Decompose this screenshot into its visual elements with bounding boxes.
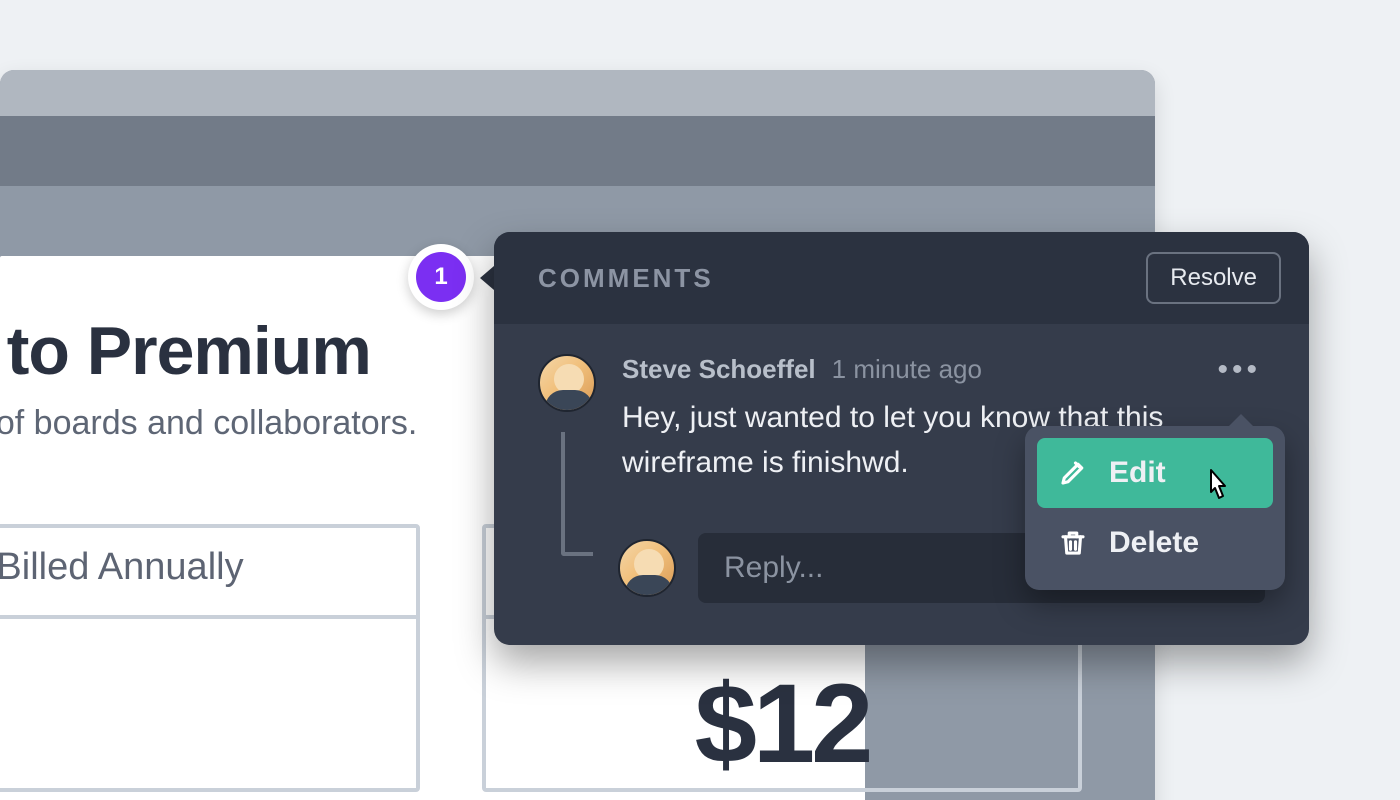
delete-label: Delete [1109,526,1199,560]
comments-header: Comments Resolve [494,232,1309,324]
window-toolbar [0,116,1155,186]
comment-count-value: 1 [416,252,466,302]
edit-button[interactable]: Edit [1037,438,1273,508]
avatar[interactable] [538,354,596,412]
comment-actions-menu: Edit Delete [1025,426,1285,590]
hero-title: Upgrade to Premium [0,312,371,390]
pricing-header-annual: Billed Annually [0,528,416,619]
pencil-icon [1057,457,1089,489]
popover-pointer [480,266,494,290]
edit-label: Edit [1109,456,1166,490]
comment-timestamp: 1 minute ago [832,354,982,385]
window-titlebar [0,70,1155,116]
pricing-value-annual [0,619,416,659]
avatar[interactable] [618,539,676,597]
comment-author: Steve Schoeffel [622,354,816,385]
resolve-button[interactable]: Resolve [1146,252,1281,304]
delete-button[interactable]: Delete [1037,508,1273,578]
pricing-col-annual: Billed Annually [0,524,420,792]
comments-title: Comments [538,263,714,294]
thread-connector [561,432,593,556]
hero-subtitle: Unlimited number of boards and collabora… [0,404,417,443]
more-icon[interactable]: ••• [1213,355,1265,385]
comment-count-badge[interactable]: 1 [408,244,474,310]
trash-icon [1057,527,1089,559]
